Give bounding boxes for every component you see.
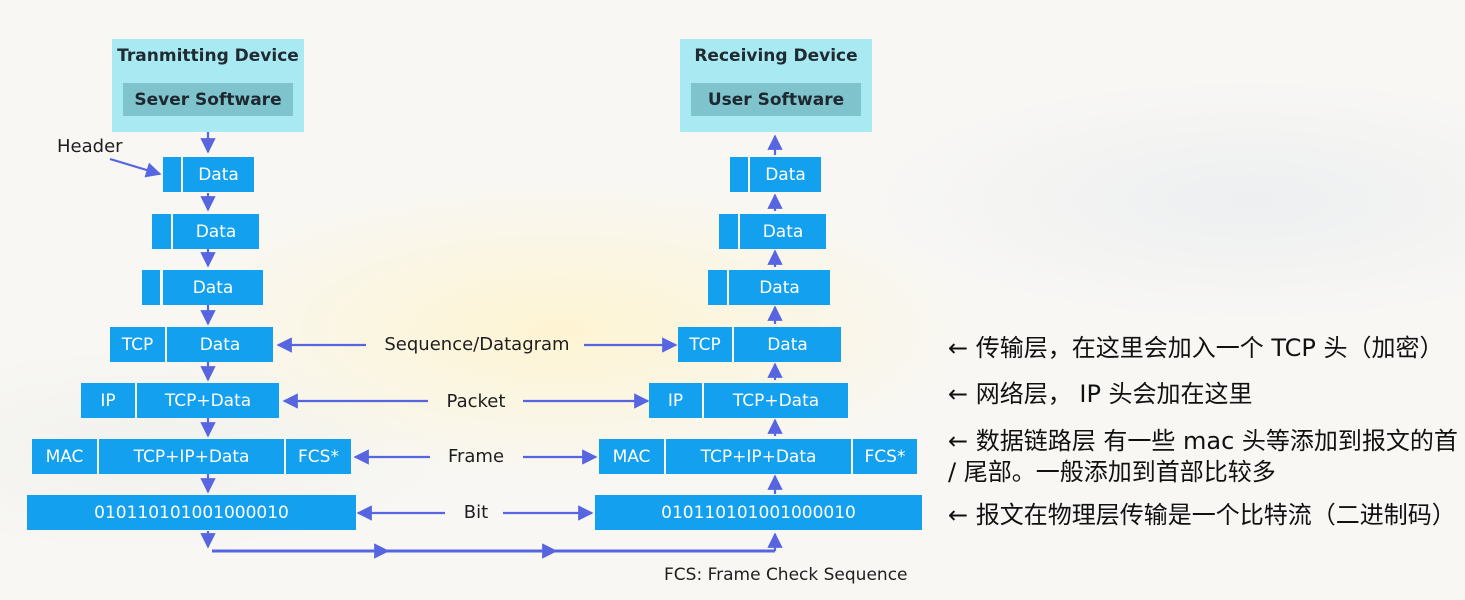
header-block (730, 157, 748, 192)
tcp-ip-data-block: TCP+IP+Data (99, 439, 284, 474)
data-block: Data (163, 270, 263, 305)
tcp-data-block: TCP+Data (137, 383, 279, 418)
header-pointer (109, 157, 162, 178)
data-block: Data (183, 157, 254, 192)
tcp-header-block: TCP (110, 327, 165, 362)
tcp-ip-data-block: TCP+IP+Data (666, 439, 851, 474)
header-block (708, 270, 727, 305)
note-network-layer: ← 网络层， IP 头会加在这里 (948, 380, 1253, 408)
fcs-trailer-block: FCS* (853, 439, 917, 474)
header-block (152, 214, 171, 249)
mac-header-block: MAC (599, 439, 664, 474)
data-block: Data (740, 214, 826, 249)
note-physical-layer: ← 报文在物理层传输是一个比特流（二进制码） (948, 501, 1456, 529)
sequence-datagram-label: Sequence/Datagram (384, 334, 570, 355)
header-block (163, 157, 181, 192)
note-datalink-layer: ← 数据链路层 有一些 mac 头等添加到报文的首 / 尾部。一般添加到首部比较… (948, 427, 1458, 486)
receiving-device-title: Receiving Device (694, 46, 858, 66)
bitstream-block: 010110101001000010 (595, 495, 922, 530)
bitstream-block: 010110101001000010 (27, 495, 356, 530)
data-block: Data (167, 327, 273, 362)
bit-label: Bit (463, 502, 489, 523)
data-block: Data (173, 214, 259, 249)
header-block (142, 270, 160, 305)
server-software-box: Sever Software (123, 83, 293, 116)
user-software-box: User Software (691, 83, 861, 116)
mac-header-block: MAC (32, 439, 97, 474)
receiving-device-box: Receiving Device User Software (680, 39, 872, 132)
ip-header-block: IP (649, 383, 702, 418)
tcp-data-block: TCP+Data (704, 383, 848, 418)
header-label: Header (57, 136, 123, 157)
frame-label: Frame (447, 446, 505, 467)
transmitting-device-box: Tranmitting Device Sever Software (112, 39, 304, 132)
fcs-trailer-block: FCS* (286, 439, 351, 474)
data-block: Data (734, 327, 841, 362)
transmitting-device-title: Tranmitting Device (117, 46, 299, 66)
note-transport-layer: ← 传输层，在这里会加入一个 TCP 头（加密） (948, 334, 1444, 362)
data-block: Data (729, 270, 830, 305)
ip-header-block: IP (81, 383, 135, 418)
tcp-header-block: TCP (678, 327, 732, 362)
packet-label: Packet (446, 391, 506, 412)
data-block: Data (750, 157, 821, 192)
fcs-footnote: FCS: Frame Check Sequence (664, 565, 908, 585)
header-block (719, 214, 738, 249)
